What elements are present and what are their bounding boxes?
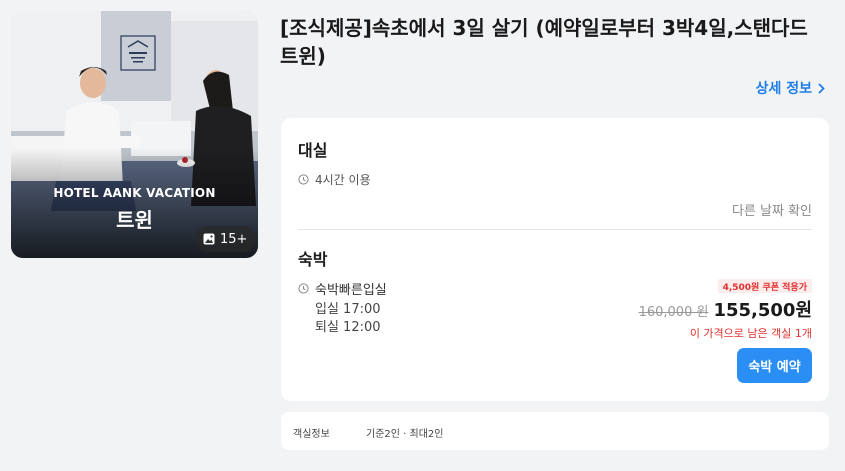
detail-info-label: 상세 정보 (755, 81, 812, 97)
day-use-duration: 4시간 이용 (315, 173, 371, 187)
clock-icon (298, 283, 309, 294)
stay-title: 숙박 (298, 250, 328, 269)
day-use-title: 대실 (298, 141, 328, 160)
room-info-card: 객실정보 기준2인 · 최대2인 (281, 412, 829, 450)
detail-info-link[interactable]: 상세 정보 (756, 78, 825, 98)
other-dates-link[interactable]: 다른 날짜 확인 (732, 200, 812, 219)
section-divider (298, 229, 812, 230)
stay-type-row: 숙박빠른입실 (298, 279, 387, 298)
photo-count: 15+ (220, 231, 248, 247)
remaining-rooms: 이 가격으로 남은 객실 1개 (689, 327, 812, 340)
hotel-logo-icon (120, 35, 156, 71)
hotel-name: HOTEL AANK VACATION (53, 186, 216, 200)
clock-icon (298, 174, 309, 185)
discounted-price: 155,500원 (713, 300, 812, 321)
original-price: 160,000 원 (638, 305, 709, 320)
book-stay-button[interactable]: 숙박 예약 (737, 348, 812, 383)
chevron-right-icon (818, 82, 825, 94)
room-option-card: 대실 4시간 이용 다른 날짜 확인 숙박 숙박빠른입실 입실 17:00 퇴실… (281, 118, 829, 401)
image-icon (203, 233, 215, 245)
stay-type: 숙박빠른입실 (315, 283, 387, 298)
day-use-duration-row: 4시간 이용 (298, 171, 371, 188)
coupon-badge: 4,500원 쿠폰 적용가 (717, 279, 812, 293)
page-title: [조식제공]속초에서 3일 살기 (예약일로부터 3박4일,스탠다드 트윈) (280, 16, 808, 68)
checkout-time: 퇴실 12:00 (315, 320, 381, 335)
checkin-time: 입실 17:00 (315, 302, 381, 317)
room-photo[interactable]: HOTEL AANK VACATION 트윈 15+ (11, 11, 258, 258)
photo-count-badge[interactable]: 15+ (195, 226, 257, 252)
price-row: 160,000 원 155,500원 (639, 296, 812, 322)
room-info-label: 객실정보 (293, 429, 330, 440)
room-info-value: 기준2인 · 최대2인 (366, 429, 444, 440)
